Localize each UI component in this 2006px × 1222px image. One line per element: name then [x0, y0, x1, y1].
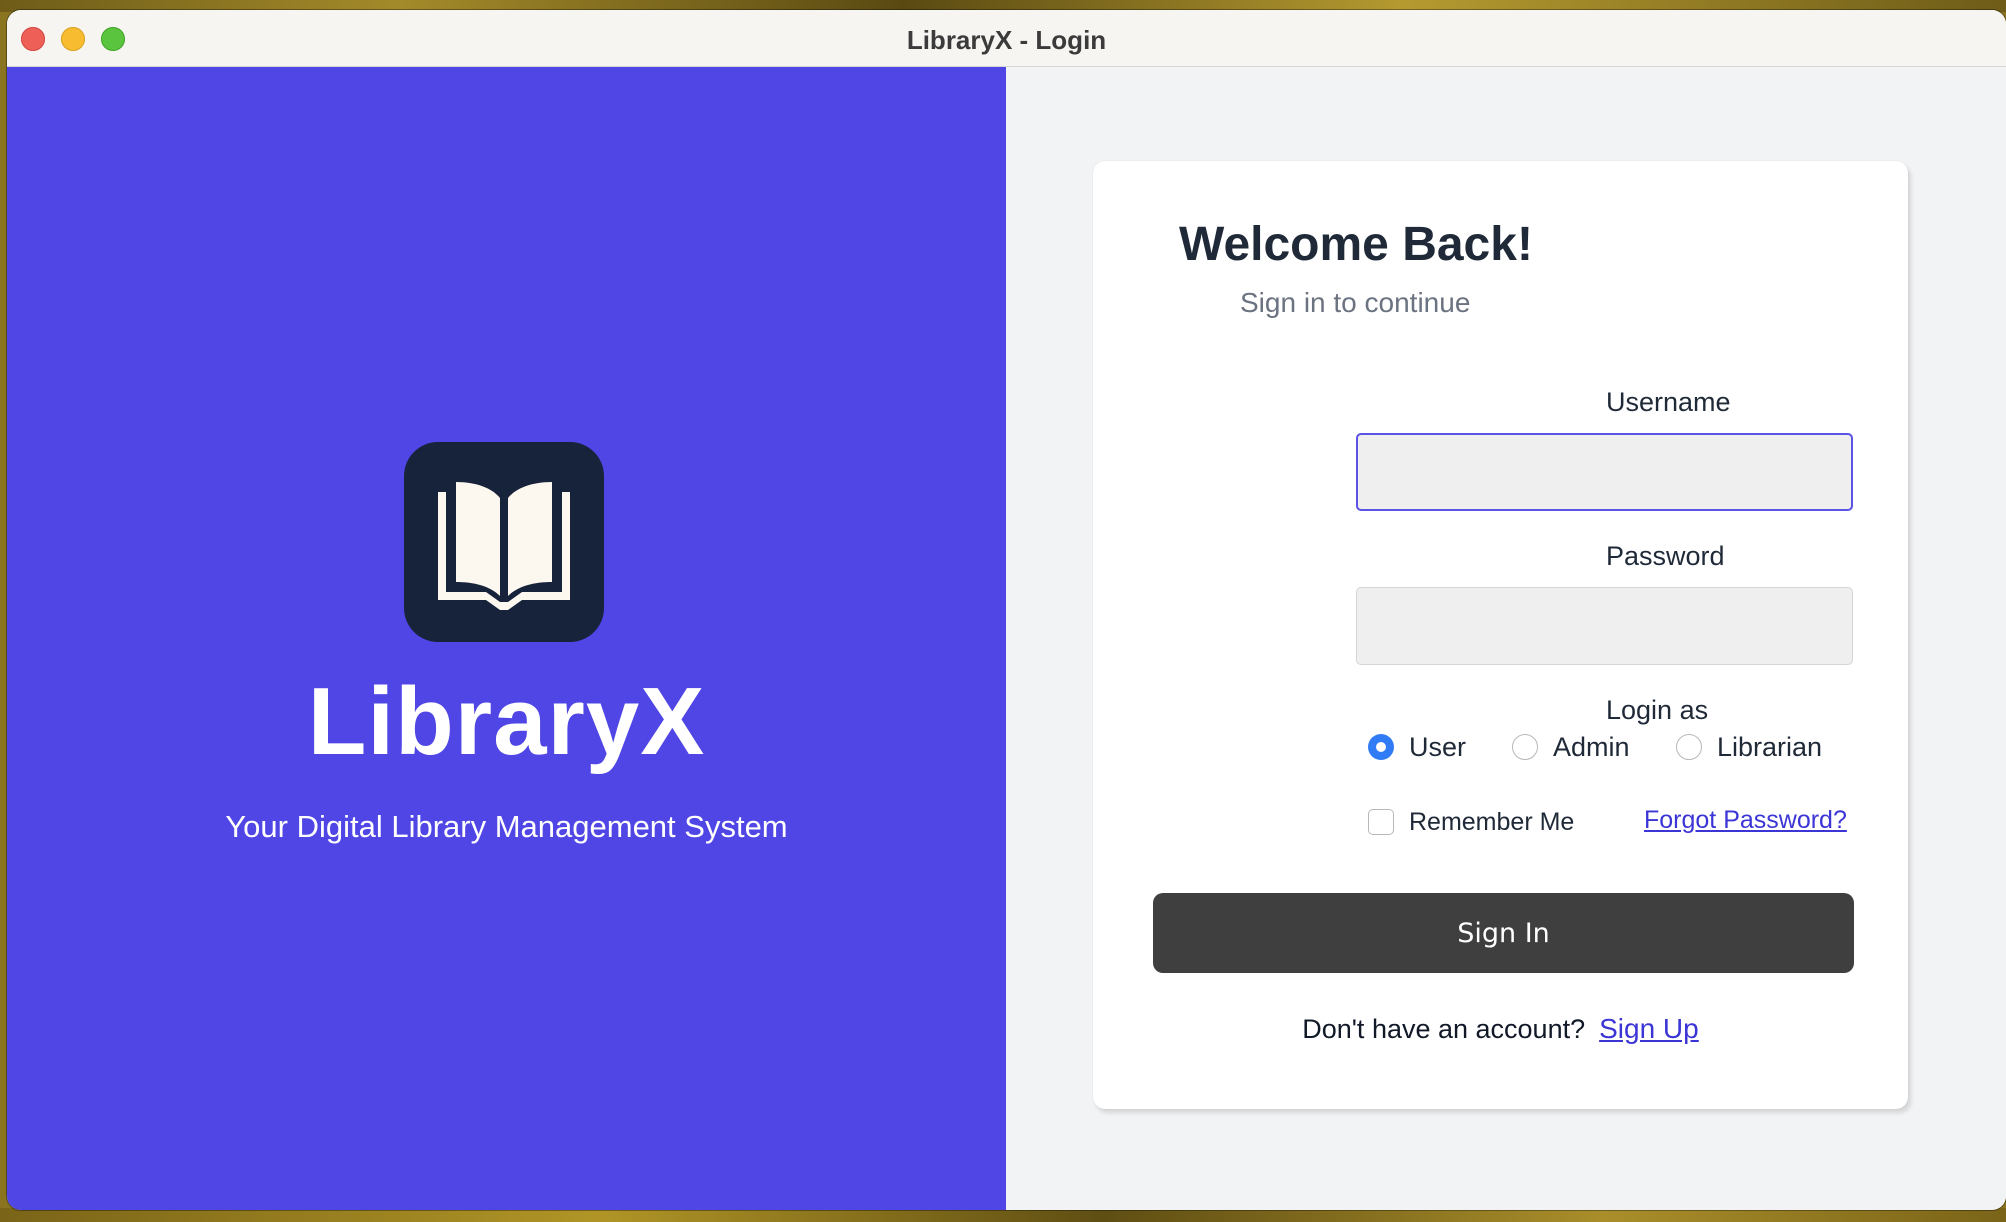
signup-prompt: Don't have an account? [1302, 1014, 1586, 1044]
role-radio-user[interactable]: User [1368, 729, 1466, 765]
login-window: LibraryX - Login LibraryX Your Digital L… [7, 10, 2006, 1210]
brand-name: LibraryX [307, 668, 706, 775]
remember-me-label: Remember Me [1409, 807, 1575, 836]
login-card: Welcome Back! Sign in to continue Userna… [1093, 161, 1908, 1109]
title-bar[interactable]: LibraryX - Login [7, 10, 2006, 67]
role-radio-label: Librarian [1717, 731, 1823, 762]
role-radio-librarian[interactable]: Librarian [1676, 729, 1822, 765]
page-subtitle: Sign in to continue [1240, 287, 1471, 318]
password-input[interactable] [1356, 587, 1853, 665]
app-logo [404, 442, 604, 642]
sign-up-link[interactable]: Sign Up [1599, 1013, 1699, 1044]
role-label: Login as [1606, 695, 1709, 725]
brand-panel: LibraryX Your Digital Library Management… [7, 67, 1006, 1210]
window-title: LibraryX - Login [906, 25, 1107, 55]
login-panel: Welcome Back! Sign in to continue Userna… [1006, 67, 2006, 1210]
role-radio-admin[interactable]: Admin [1512, 729, 1630, 765]
username-label: Username [1606, 387, 1731, 417]
sign-in-button[interactable]: Sign In [1153, 893, 1854, 973]
page-title: Welcome Back! [1179, 218, 1533, 271]
desktop-background [0, 1208, 2006, 1222]
radio-unselected-icon [1512, 734, 1538, 760]
role-radio-label: User [1409, 731, 1467, 762]
forgot-password-link[interactable]: Forgot Password? [1644, 806, 1847, 835]
remember-me-checkbox[interactable]: Remember Me [1368, 804, 1574, 840]
role-radio-label: Admin [1553, 731, 1630, 762]
radio-unselected-icon [1676, 734, 1702, 760]
signup-row: Don't have an account? Sign Up [1093, 1013, 1908, 1045]
radio-selected-icon [1368, 734, 1394, 760]
brand-tagline: Your Digital Library Management System [225, 809, 788, 844]
checkbox-unchecked-icon [1368, 809, 1394, 835]
username-input[interactable] [1356, 433, 1853, 511]
open-book-icon [438, 482, 570, 610]
password-label: Password [1606, 541, 1725, 571]
